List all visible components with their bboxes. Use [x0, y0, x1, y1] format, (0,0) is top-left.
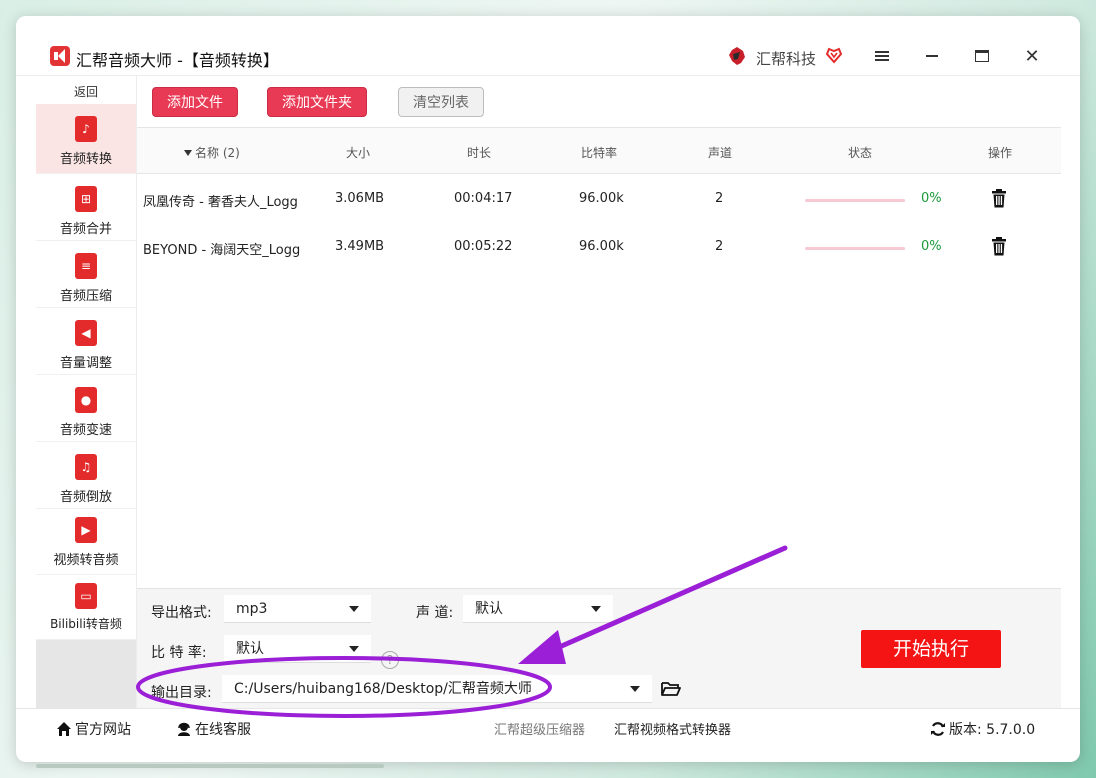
progress-percent: 0%: [921, 239, 942, 254]
tv-icon: ▭: [75, 583, 97, 609]
format-select[interactable]: mp3: [224, 595, 371, 623]
version-info[interactable]: 版本: 5.7.0.0: [930, 719, 1035, 739]
trash-icon[interactable]: [991, 237, 1007, 256]
sidebar-item-audio-reverse[interactable]: ♫ 音频倒放: [36, 442, 136, 509]
column-header-name[interactable]: 名称 (2): [184, 144, 240, 161]
settings-panel: 导出格式: mp3 声 道: 默认 比 特 率: 默认 ? 输出目录: C:/U…: [137, 588, 1061, 708]
channel-label: 声 道:: [416, 605, 454, 621]
output-dir-label: 输出目录:: [151, 685, 212, 701]
file-channels: 2: [715, 239, 724, 254]
file-name: BEYOND - 海阔天空_Logg: [143, 243, 301, 258]
file-bitrate: 96.00k: [579, 239, 624, 254]
app-logo-icon: [50, 46, 70, 66]
file-size: 3.06MB: [335, 191, 385, 206]
audio-compress-icon: ≡: [75, 253, 97, 279]
progress-bar: [805, 247, 905, 250]
sidebar-filler: [36, 640, 136, 708]
minimize-icon[interactable]: [920, 44, 944, 68]
chevron-down-icon: [349, 646, 359, 652]
table-header: 名称 (2) 大小 时长 比特率 声道 状态 操作: [137, 128, 1061, 174]
vip-heart-icon[interactable]: [825, 46, 843, 64]
music-note-icon: ♫: [75, 454, 97, 480]
clear-list-button[interactable]: 清空列表: [398, 87, 484, 117]
compressor-link[interactable]: 汇帮超级压缩器: [494, 719, 585, 738]
table-row[interactable]: 凤凰传奇 - 奢香夫人_Logg 3.06MB 00:04:17 96.00k …: [137, 175, 1061, 223]
app-window: 汇帮音频大师 -【音频转换】 汇帮科技 ✕ 返回 ♪ 音频转换 ⊞ 音频合并 ≡…: [16, 16, 1080, 762]
menu-icon[interactable]: [870, 44, 894, 68]
file-duration: 00:04:17: [454, 191, 513, 206]
brand-logo-icon: [729, 47, 745, 65]
file-channels: 2: [715, 191, 724, 206]
sidebar-item-audio-merge[interactable]: ⊞ 音频合并: [36, 174, 136, 241]
sidebar-item-volume[interactable]: ◀ 音量调整: [36, 308, 136, 375]
file-duration: 00:05:22: [454, 239, 513, 254]
column-header-status: 状态: [848, 146, 873, 160]
sidebar: 返回 ♪ 音频转换 ⊞ 音频合并 ≡ 音频压缩 ◀ 音量调整 ● 音频变速 ♫ …: [36, 76, 136, 708]
chevron-down-icon: [630, 686, 640, 692]
start-button[interactable]: 开始执行: [861, 630, 1001, 668]
table-row[interactable]: BEYOND - 海阔天空_Logg 3.49MB 00:05:22 96.00…: [137, 223, 1061, 271]
video-converter-link[interactable]: 汇帮视频格式转换器: [614, 719, 731, 738]
column-header-size: 大小: [346, 146, 371, 160]
column-header-bitrate: 比特率: [581, 146, 618, 160]
column-header-duration: 时长: [467, 146, 492, 160]
toolbar: 添加文件 添加文件夹 清空列表: [137, 76, 1061, 128]
brand-name: 汇帮科技: [756, 50, 817, 68]
audio-merge-icon: ⊞: [75, 186, 97, 212]
bitrate-label: 比 特 率:: [151, 645, 207, 661]
folder-open-icon[interactable]: [661, 681, 681, 697]
taskbar-strip: [36, 764, 384, 768]
add-file-button[interactable]: 添加文件: [152, 87, 238, 117]
sidebar-item-audio-convert[interactable]: ♪ 音频转换: [36, 104, 136, 174]
sidebar-item-audio-compress[interactable]: ≡ 音频压缩: [36, 241, 136, 308]
file-bitrate: 96.00k: [579, 191, 624, 206]
chevron-down-icon: [591, 606, 601, 612]
output-dir-select[interactable]: C:/Users/huibang168/Desktop/汇帮音频大师: [222, 675, 652, 703]
sort-down-icon: [184, 150, 192, 156]
sidebar-item-video-to-audio[interactable]: ▶ 视频转音频: [36, 509, 136, 575]
home-icon: [57, 722, 71, 736]
headset-icon: [178, 722, 190, 736]
microphone-icon: ●: [75, 387, 97, 413]
bitrate-select[interactable]: 默认: [224, 635, 371, 663]
official-website-link[interactable]: 官方网站: [56, 719, 131, 739]
column-header-action: 操作: [988, 146, 1013, 160]
file-name: 凤凰传奇 - 奢香夫人_Logg: [143, 195, 298, 210]
chevron-down-icon: [349, 606, 359, 612]
sidebar-item-bilibili[interactable]: ▭ Bilibili转音频: [36, 575, 136, 640]
close-icon[interactable]: ✕: [1020, 44, 1044, 68]
title-bar: 汇帮音频大师 -【音频转换】 汇帮科技 ✕: [16, 16, 1080, 76]
back-button[interactable]: 返回: [36, 80, 136, 104]
help-icon[interactable]: ?: [381, 651, 399, 669]
sidebar-item-audio-speed[interactable]: ● 音频变速: [36, 375, 136, 442]
window-title: 汇帮音频大师 -【音频转换】: [76, 51, 279, 70]
refresh-icon: [931, 722, 945, 736]
format-label: 导出格式:: [151, 605, 212, 621]
add-folder-button[interactable]: 添加文件夹: [267, 87, 367, 117]
file-size: 3.49MB: [335, 239, 385, 254]
trash-icon[interactable]: [991, 189, 1007, 208]
maximize-icon[interactable]: [970, 44, 994, 68]
film-icon: ▶: [75, 517, 97, 543]
progress-bar: [805, 199, 905, 202]
footer: 官方网站 在线客服 汇帮超级压缩器 汇帮视频格式转换器 版本: 5.7.0.0: [16, 708, 1080, 746]
channel-select[interactable]: 默认: [463, 595, 613, 623]
audio-convert-icon: ♪: [75, 116, 97, 142]
volume-icon: ◀: [75, 320, 97, 346]
online-support-link[interactable]: 在线客服: [176, 719, 251, 739]
main-panel: 添加文件 添加文件夹 清空列表 名称 (2) 大小 时长 比特率 声道 状态 操…: [136, 76, 1061, 708]
progress-percent: 0%: [921, 191, 942, 206]
column-header-channels: 声道: [708, 146, 733, 160]
